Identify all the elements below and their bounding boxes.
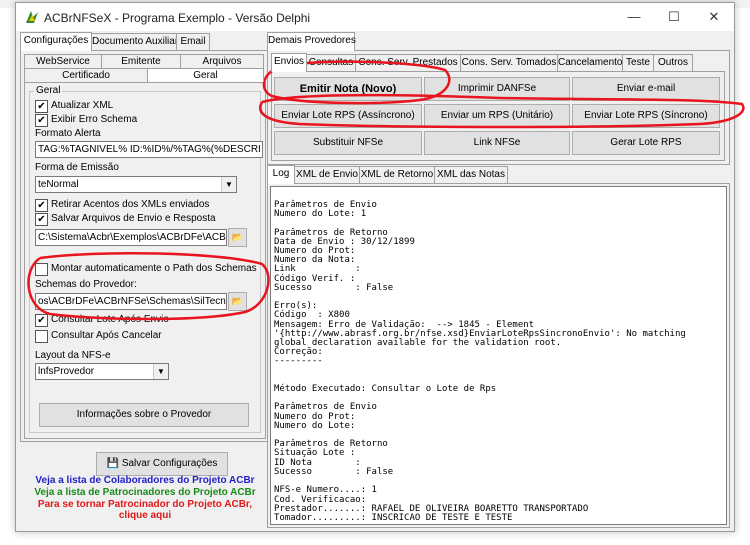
tab-geral[interactable]: Geral [147,68,264,82]
highlight-envio-stroke [259,93,745,129]
tab-configuracoes[interactable]: Configurações [20,32,92,51]
tab-envios[interactable]: Envios [271,53,307,72]
annotation-overlay [27,60,745,321]
tab-demais-provedores[interactable]: Demais Provedores [267,32,356,51]
tab-log[interactable]: Log [267,165,295,184]
highlight-schemas-stroke [27,251,270,321]
